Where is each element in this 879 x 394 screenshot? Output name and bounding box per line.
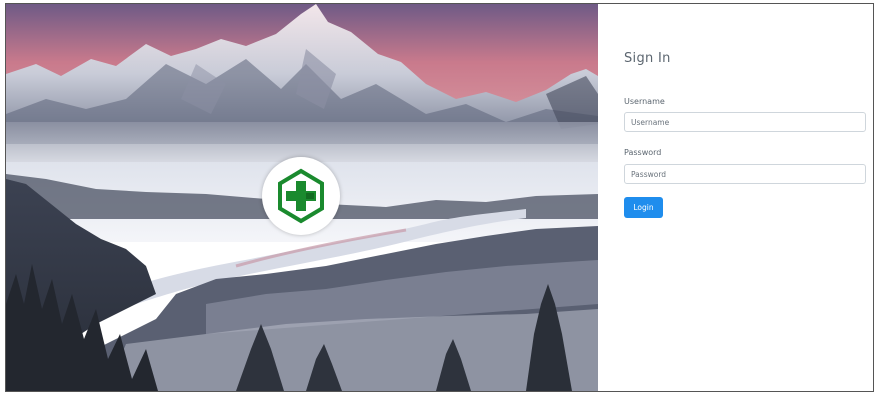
login-button[interactable]: Login — [624, 197, 663, 218]
username-label: Username — [624, 97, 665, 106]
green-cross-hexagon-icon — [278, 168, 324, 224]
page-frame: Sign In Username Password Login — [5, 3, 874, 392]
signin-panel: Sign In Username Password Login — [598, 4, 873, 391]
hero-image — [6, 4, 598, 391]
logo-badge — [262, 157, 340, 235]
signin-title: Sign In — [624, 51, 671, 66]
password-input[interactable] — [624, 164, 866, 184]
password-label: Password — [624, 148, 662, 157]
username-input[interactable] — [624, 112, 866, 132]
